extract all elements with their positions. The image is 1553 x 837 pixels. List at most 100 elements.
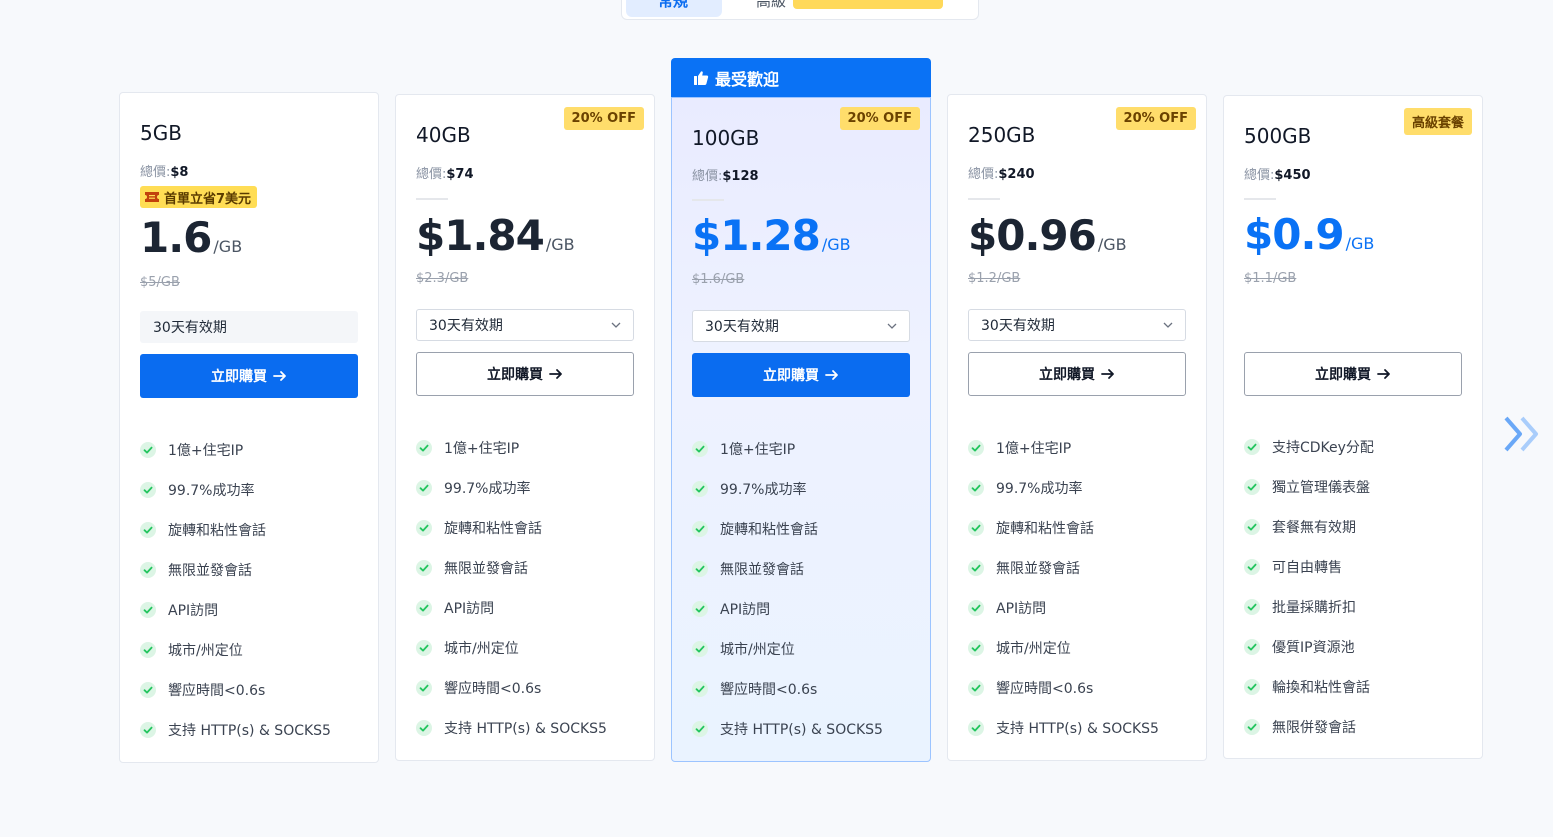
buy-now-button[interactable]: 立即購買: [1244, 352, 1462, 396]
chevron-down-icon: [887, 323, 897, 329]
feature-text: 無限並發會話: [996, 561, 1080, 577]
tab-regular[interactable]: 常規: [658, 0, 688, 11]
buy-now-label: 立即購買: [1315, 367, 1371, 383]
check-circle-icon: [140, 562, 156, 578]
plan-card-250gb: 20% OFF 250GB 總價:$240 $0.96 /GB $1.2/GB …: [947, 94, 1207, 761]
feature-list: 1億+住宅IP 99.7%成功率 旋轉和粘性會話 無限並發會話 API訪問 城市/州定位響…: [692, 429, 883, 749]
feature-text: 響应時間<0.6s: [444, 681, 542, 697]
plan-total: 總價:$74: [416, 167, 474, 182]
most-popular-label: 最受歡迎: [715, 70, 780, 89]
check-circle-icon: [1244, 439, 1260, 455]
feature-list: 支持CDKey分配獨立管理儀表盤套餐無有效期可自由轉售批量採購折扣 優質IP資源池…: [1244, 427, 1374, 747]
feature-text: 1億+住宅IP: [996, 441, 1072, 457]
check-circle-icon: [416, 640, 432, 656]
feature-text: 99.7%成功率: [168, 483, 255, 499]
feature-item: API訪問: [416, 588, 607, 628]
feature-item: 支持 HTTP(s) & SOCKS5: [416, 708, 607, 748]
arrow-right-icon: [825, 370, 838, 380]
plan-card-5gb: 5GB 總價:$8 首單立省7美元 1.6 /GB $5/GB 30天有效期 立…: [119, 92, 379, 763]
arrow-right-icon: [1101, 369, 1114, 379]
feature-text: 獨立管理儀表盤: [1272, 480, 1370, 496]
feature-item: 無限併發會話: [1244, 707, 1374, 747]
coupon-badge: 首單立省7美元: [140, 186, 258, 208]
feature-item: 無限並發會話: [968, 548, 1159, 588]
coupon-icon: [145, 192, 159, 202]
feature-text: 優質IP資源池: [1272, 640, 1355, 656]
plan-name: 5GB: [140, 121, 182, 145]
plan-name: 40GB: [416, 123, 471, 147]
feature-text: 1億+住宅IP: [444, 441, 520, 457]
buy-now-label: 立即購買: [1039, 367, 1095, 383]
original-price: $1.2/GB: [968, 271, 1021, 286]
feature-text: API訪問: [720, 602, 771, 618]
carousel-next-icon[interactable]: [1502, 412, 1546, 456]
price-amount: 1.6: [140, 213, 212, 262]
buy-now-button[interactable]: 立即購買: [968, 352, 1186, 396]
feature-item: 批量採購折扣: [1244, 587, 1374, 627]
feature-item: 無限並發會話: [692, 549, 883, 589]
buy-now-button[interactable]: 立即購買: [692, 353, 910, 397]
feature-item: 城市/州定位: [416, 628, 607, 668]
check-circle-icon: [140, 682, 156, 698]
check-circle-icon: [140, 722, 156, 738]
check-circle-icon: [692, 441, 708, 457]
feature-item: 無限並發會話: [140, 550, 331, 590]
divider: [416, 198, 448, 200]
plan-price: $0.9 /GB: [1244, 210, 1374, 259]
feature-text: 旋轉和粘性會話: [444, 521, 542, 537]
buy-now-button[interactable]: 立即購買: [416, 352, 634, 396]
feature-item: 優質IP資源池: [1244, 627, 1374, 667]
feature-item: 響应時間<0.6s: [416, 668, 607, 708]
tab-premium[interactable]: 高級: [756, 0, 786, 11]
arrow-right-icon: [549, 369, 562, 379]
feature-text: 旋轉和粘性會話: [996, 521, 1094, 537]
arrow-right-icon: [273, 371, 286, 381]
feature-text: 可自由轉售: [1272, 560, 1342, 576]
feature-item: 城市/州定位: [140, 630, 331, 670]
discount-badge: 20% OFF: [1115, 107, 1196, 130]
check-circle-icon: [968, 560, 984, 576]
feature-text: 批量採購折扣: [1272, 600, 1356, 616]
feature-text: 支持 HTTP(s) & SOCKS5: [444, 721, 607, 737]
check-circle-icon: [1244, 519, 1260, 535]
feature-item: 套餐無有效期: [1244, 507, 1374, 547]
validity-value: 30天有效期: [705, 319, 779, 335]
check-circle-icon: [692, 481, 708, 497]
feature-item: 支持CDKey分配: [1244, 427, 1374, 467]
check-circle-icon: [968, 600, 984, 616]
feature-item: 響应時間<0.6s: [140, 670, 331, 710]
check-circle-icon: [416, 480, 432, 496]
feature-item: 支持 HTTP(s) & SOCKS5: [692, 709, 883, 749]
plan-card-40gb: 20% OFF 40GB 總價:$74 $1.84 /GB $2.3/GB 30…: [395, 94, 655, 761]
check-circle-icon: [692, 641, 708, 657]
thumbs-up-icon: [694, 71, 709, 85]
buy-now-button[interactable]: 立即購買: [140, 354, 358, 398]
check-circle-icon: [692, 721, 708, 737]
validity-display: 30天有效期: [140, 311, 358, 343]
feature-item: API訪問: [968, 588, 1159, 628]
original-price: $5/GB: [140, 275, 180, 290]
check-circle-icon: [416, 560, 432, 576]
check-circle-icon: [968, 640, 984, 656]
validity-select[interactable]: 30天有效期: [416, 309, 634, 341]
validity-select[interactable]: 30天有效期: [968, 309, 1186, 341]
feature-text: 輪換和粘性會話: [1272, 680, 1370, 696]
check-circle-icon: [1244, 559, 1260, 575]
feature-text: 無限並發會話: [720, 562, 804, 578]
feature-list: 1億+住宅IP 99.7%成功率 旋轉和粘性會話 無限並發會話 API訪問 城市/州定位響…: [416, 428, 607, 748]
feature-item: API訪問: [692, 589, 883, 629]
plan-total: 總價:$240: [968, 167, 1035, 182]
check-circle-icon: [140, 482, 156, 498]
validity-value: 30天有效期: [429, 318, 503, 334]
feature-item: 1億+住宅IP: [692, 429, 883, 469]
price-unit: /GB: [545, 235, 575, 254]
coupon-text: 首單立省7美元: [164, 191, 252, 207]
check-circle-icon: [968, 440, 984, 456]
feature-text: 無限並發會話: [168, 563, 252, 579]
feature-text: API訪問: [996, 601, 1047, 617]
check-circle-icon: [968, 720, 984, 736]
feature-item: 旋轉和粘性會話: [692, 509, 883, 549]
validity-select[interactable]: 30天有效期: [692, 310, 910, 342]
check-circle-icon: [692, 521, 708, 537]
feature-item: 旋轉和粘性會話: [416, 508, 607, 548]
